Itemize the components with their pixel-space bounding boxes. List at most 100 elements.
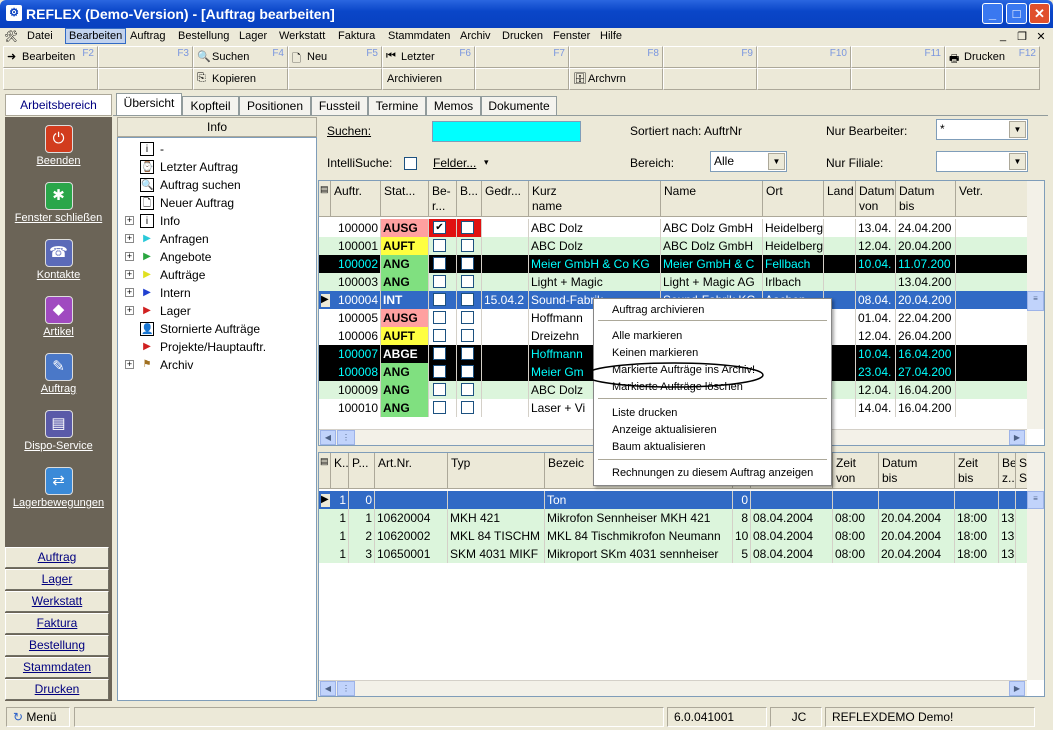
tab-dokumente[interactable]: Dokumente bbox=[481, 96, 557, 115]
menu-auftrag[interactable]: Auftrag bbox=[130, 30, 165, 42]
order-checkbox[interactable] bbox=[461, 311, 474, 324]
sidebar-button-lager[interactable]: Lager bbox=[5, 569, 109, 590]
chevron-down-icon[interactable]: ▼ bbox=[1009, 153, 1026, 170]
positions-header-7[interactable]: Zeit von bbox=[833, 453, 879, 489]
fkey-f5[interactable]: 🗋 Neu F5 bbox=[288, 46, 382, 68]
scroll-thumb[interactable]: ⋮ bbox=[337, 681, 355, 696]
scroll-thumb[interactable]: ≡ bbox=[1027, 491, 1044, 509]
table-row[interactable]: 1 2 10620002 MKL 84 TISCHM MKL 84 Tischmikro… bbox=[319, 527, 1027, 545]
positions-header-2[interactable]: Art.Nr. bbox=[375, 453, 448, 489]
tree-item[interactable]: ⌚ Letzter Auftrag bbox=[118, 158, 316, 176]
order-checkbox[interactable] bbox=[433, 347, 446, 360]
menu-button[interactable]: ↻ Menü bbox=[6, 707, 70, 727]
fkey2-slot[interactable]: ⎘ Kopieren bbox=[193, 68, 288, 90]
tree-item[interactable]: 🔍 Auftrag suchen bbox=[118, 176, 316, 194]
scroll-left-icon[interactable]: ◀ bbox=[320, 430, 336, 445]
positions-header-10[interactable]: Be z... bbox=[999, 453, 1016, 489]
expand-icon[interactable]: + bbox=[125, 270, 134, 279]
order-checkbox[interactable] bbox=[433, 401, 446, 414]
scroll-right-icon[interactable]: ▶ bbox=[1009, 681, 1025, 696]
tree-item[interactable]: 🗋 Neuer Auftrag bbox=[118, 194, 316, 212]
sidebar-item-auftrag[interactable]: ✎ Auftrag bbox=[5, 353, 112, 395]
felder-arrow-icon[interactable]: ▾ bbox=[484, 157, 489, 168]
positions-vscroll[interactable]: ≡ bbox=[1027, 453, 1044, 680]
sidebar-button-werkstatt[interactable]: Werkstatt bbox=[5, 591, 109, 612]
table-row[interactable]: 1 3 10650001 SKM 4031 MIKF Mikroport SKm 403… bbox=[319, 545, 1027, 563]
menu-archiv[interactable]: Archiv bbox=[460, 30, 491, 42]
orders-header-1[interactable]: Stat... bbox=[381, 181, 429, 217]
order-checkbox[interactable] bbox=[461, 383, 474, 396]
orders-header-3[interactable]: B... bbox=[457, 181, 482, 217]
orders-header-8[interactable]: Land bbox=[824, 181, 856, 217]
order-checkbox[interactable] bbox=[461, 239, 474, 252]
tree-item[interactable]: + i Info bbox=[118, 212, 316, 230]
tab-positionen[interactable]: Positionen bbox=[239, 96, 311, 115]
positions-header-9[interactable]: Zeit bis bbox=[955, 453, 999, 489]
order-checkbox[interactable] bbox=[461, 293, 474, 306]
order-checkbox[interactable] bbox=[461, 275, 474, 288]
tree-item[interactable]: ▶ Projekte/Hauptauftr. bbox=[118, 338, 316, 356]
mdi-close-icon[interactable]: ✕ bbox=[1033, 30, 1049, 44]
context-item-0[interactable]: Auftrag archivieren bbox=[612, 304, 704, 316]
fkey-f3[interactable]: F3 bbox=[98, 46, 193, 68]
positions-header-8[interactable]: Datum bis bbox=[879, 453, 955, 489]
tab-kopfteil[interactable]: Kopfteil bbox=[182, 96, 239, 115]
order-checkbox[interactable] bbox=[461, 329, 474, 342]
expand-icon[interactable]: + bbox=[125, 360, 134, 369]
mdi-restore-icon[interactable]: ❐ bbox=[1014, 30, 1030, 44]
context-item-1[interactable]: Alle markieren bbox=[612, 330, 682, 342]
order-checkbox[interactable] bbox=[461, 365, 474, 378]
order-checkbox[interactable] bbox=[433, 275, 446, 288]
context-item-7[interactable]: Baum aktualisieren bbox=[612, 441, 706, 453]
context-item-3[interactable]: Markierte Aufträge ins Archiv! bbox=[612, 364, 755, 376]
expand-icon[interactable]: + bbox=[125, 216, 134, 225]
fkey-f8[interactable]: F8 bbox=[569, 46, 663, 68]
order-checkbox[interactable] bbox=[461, 257, 474, 270]
order-checkbox[interactable] bbox=[433, 311, 446, 324]
tab-termine[interactable]: Termine bbox=[368, 96, 426, 115]
tab-übersicht[interactable]: Übersicht bbox=[116, 93, 182, 115]
fkey-f10[interactable]: F10 bbox=[757, 46, 851, 68]
menu-fenster[interactable]: Fenster bbox=[553, 30, 590, 42]
sidebar-item-kontakte[interactable]: ☎ Kontakte bbox=[5, 239, 112, 281]
context-item-4[interactable]: Markierte Aufträge löschen bbox=[612, 381, 743, 393]
fkey2-slot[interactable]: Archivieren bbox=[382, 68, 475, 90]
positions-grid[interactable]: K...P...Art.Nr.TypBezeicDatum vonZeit vo… bbox=[318, 452, 1045, 697]
bereich-select[interactable]: Alle ▼ bbox=[710, 151, 787, 172]
sidebar-button-auftrag[interactable]: Auftrag bbox=[5, 547, 109, 568]
sidebar-button-faktura[interactable]: Faktura bbox=[5, 613, 109, 634]
orders-header-4[interactable]: Gedr... bbox=[482, 181, 529, 217]
menu-bestellung[interactable]: Bestellung bbox=[178, 30, 229, 42]
scroll-thumb[interactable]: ≡ bbox=[1027, 291, 1044, 311]
maximize-button[interactable]: □ bbox=[1006, 3, 1027, 24]
intellisuche-checkbox[interactable] bbox=[404, 157, 417, 170]
fkey-f11[interactable]: F11 bbox=[851, 46, 945, 68]
menu-drucken[interactable]: Drucken bbox=[502, 30, 543, 42]
orders-header-10[interactable]: Datum bis bbox=[896, 181, 956, 217]
fkey-f6[interactable]: ⏮ Letzter F6 bbox=[382, 46, 475, 68]
context-item-6[interactable]: Anzeige aktualisieren bbox=[612, 424, 717, 436]
fkey-f7[interactable]: F7 bbox=[475, 46, 569, 68]
menu-datei[interactable]: Datei bbox=[27, 30, 53, 42]
scroll-right-icon[interactable]: ▶ bbox=[1009, 430, 1025, 445]
chevron-down-icon[interactable]: ▼ bbox=[1009, 121, 1026, 138]
sidebar-item-dispo-service[interactable]: ▤ Dispo-Service bbox=[5, 410, 112, 452]
menu-stammdaten[interactable]: Stammdaten bbox=[388, 30, 450, 42]
table-row[interactable]: ▶ 1 0 Ton 0 bbox=[319, 491, 1027, 509]
order-checkbox[interactable] bbox=[433, 257, 446, 270]
orders-header-5[interactable]: Kurz name bbox=[529, 181, 661, 217]
orders-vscroll[interactable]: ≡ bbox=[1027, 181, 1044, 429]
fkey-f9[interactable]: F9 bbox=[663, 46, 757, 68]
mdi-minimize-icon[interactable]: _ bbox=[995, 30, 1011, 44]
sidebar-button-stammdaten[interactable]: Stammdaten bbox=[5, 657, 109, 678]
chevron-down-icon[interactable]: ▼ bbox=[768, 153, 785, 170]
order-checkbox[interactable] bbox=[433, 239, 446, 252]
positions-header-0[interactable]: K... bbox=[331, 453, 349, 489]
fkey-f2[interactable]: ➜ Bearbeiten F2 bbox=[3, 46, 98, 68]
orders-header-2[interactable]: Be- r... bbox=[429, 181, 457, 217]
positions-header-1[interactable]: P... bbox=[349, 453, 375, 489]
sidebar-item-beenden[interactable]: ⏻ Beenden bbox=[5, 125, 112, 167]
table-row[interactable]: 1 1 10620004 MKH 421 Mikrofon Sennheiser MKH… bbox=[319, 509, 1027, 527]
menu-faktura[interactable]: Faktura bbox=[338, 30, 375, 42]
tree-item[interactable]: 👤 Stornierte Aufträge bbox=[118, 320, 316, 338]
